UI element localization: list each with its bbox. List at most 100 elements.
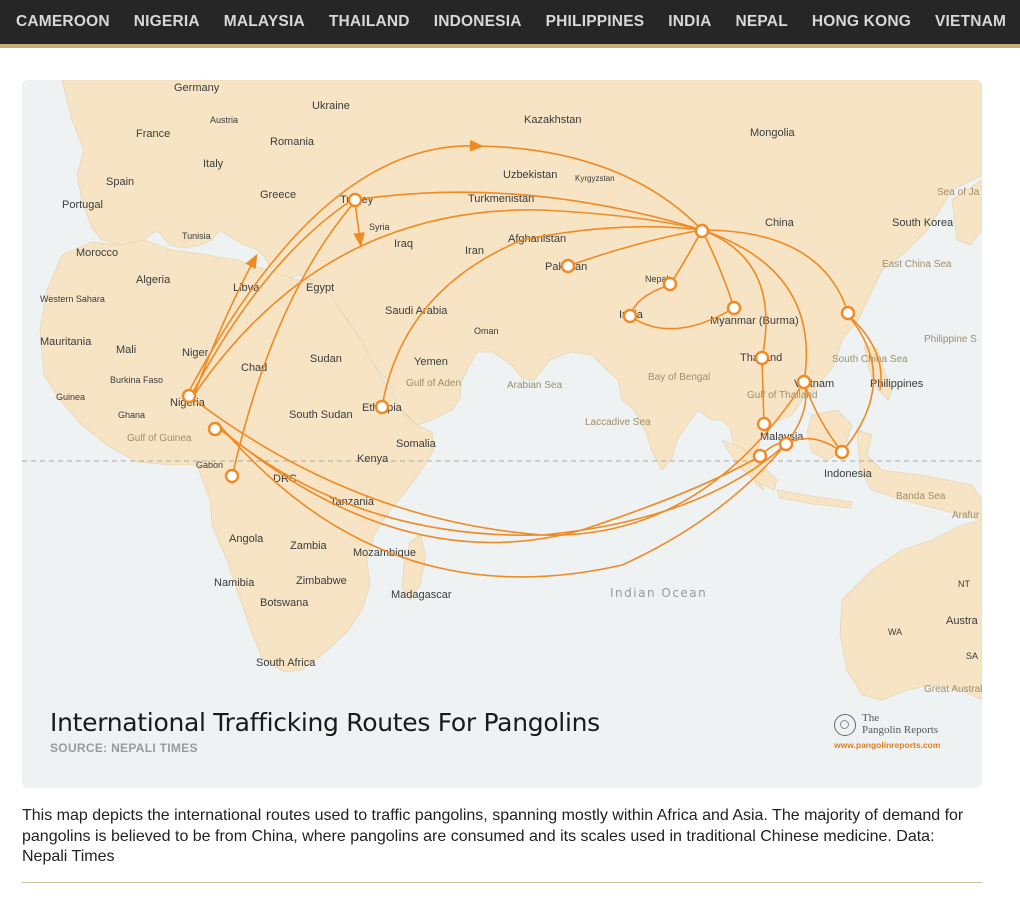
label-gulf-of-guinea: Gulf of Guinea	[127, 433, 192, 444]
label-syria: Syria	[369, 222, 390, 232]
label-zimbabwe: Zimbabwe	[296, 575, 347, 587]
label-wa: WA	[888, 627, 902, 637]
map-svg: Sea of Ja East China Sea Philippine S So…	[22, 80, 982, 788]
label-guinea: Guinea	[56, 392, 85, 402]
label-gabon: Gabon	[196, 460, 223, 470]
label-algeria: Algeria	[136, 274, 171, 286]
logo-line2: Pangolin Reports	[862, 724, 939, 736]
label-morocco: Morocco	[76, 247, 118, 259]
node-indonesia	[834, 444, 850, 460]
node-turkey	[347, 192, 363, 208]
nav-item-india[interactable]: INDIA	[668, 13, 711, 31]
label-western-sahara: Western Sahara	[40, 294, 105, 304]
label-sudan: Sudan	[310, 353, 342, 365]
label-austria: Austria	[210, 115, 238, 125]
label-south-sudan: South Sudan	[289, 409, 353, 421]
node-ethiopia	[374, 399, 390, 415]
label-mauritania: Mauritania	[40, 336, 92, 348]
pangolin-logo-icon	[834, 714, 856, 736]
trafficking-map: Sea of Ja East China Sea Philippine S So…	[22, 80, 982, 788]
label-indian-ocean: Indian Ocean	[610, 586, 707, 600]
label-egypt: Egypt	[306, 282, 334, 294]
country-nav: CAMEROON NIGERIA MALAYSIA THAILAND INDONESIA…	[0, 0, 1020, 48]
node-nepal	[662, 276, 678, 292]
node-india	[622, 308, 638, 324]
node-malaysia	[756, 416, 772, 432]
nav-item-philippines[interactable]: PHILIPPINES	[546, 13, 645, 31]
label-south-korea: South Korea	[892, 217, 954, 229]
nav-item-cameroon[interactable]: CAMEROON	[16, 13, 110, 31]
label-yemen: Yemen	[414, 356, 448, 368]
label-iran: Iran	[465, 245, 484, 257]
node-gabon	[224, 468, 240, 484]
label-arafura: Arafur	[952, 510, 980, 521]
label-zambia: Zambia	[290, 540, 328, 552]
label-east-china-sea: East China Sea	[882, 259, 952, 270]
label-myanmar: Myanmar (Burma)	[710, 315, 799, 327]
logo-line1: The	[862, 712, 880, 724]
label-mongolia: Mongolia	[750, 127, 796, 139]
label-mali: Mali	[116, 344, 136, 356]
label-ukraine: Ukraine	[312, 100, 350, 112]
node-pakistan	[560, 258, 576, 274]
node-myanmar	[726, 300, 742, 316]
label-kazakhstan: Kazakhstan	[524, 114, 581, 126]
label-burkina-faso: Burkina Faso	[110, 375, 163, 385]
nav-item-indonesia[interactable]: INDONESIA	[434, 13, 522, 31]
node-china	[694, 223, 710, 239]
nav-item-vietnam[interactable]: VIETNAM	[935, 13, 1006, 31]
label-bay-of-bengal: Bay of Bengal	[648, 372, 710, 383]
logo-url: www.pangolinreports.com	[834, 740, 941, 750]
map-source: SOURCE: NEPALI TIMES	[50, 741, 198, 755]
label-germany: Germany	[174, 82, 220, 94]
node-cameroon	[207, 421, 223, 437]
label-niger: Niger	[182, 347, 209, 359]
nav-item-nigeria[interactable]: NIGERIA	[134, 13, 200, 31]
label-mozambique: Mozambique	[353, 547, 416, 559]
label-sea-of-japan: Sea of Ja	[937, 187, 980, 198]
label-madagascar: Madagascar	[391, 589, 452, 601]
label-south-africa: South Africa	[256, 657, 316, 669]
nav-item-thailand[interactable]: THAILAND	[329, 13, 410, 31]
label-china: China	[765, 217, 795, 229]
label-saudi-arabia: Saudi Arabia	[385, 305, 448, 317]
pangolin-reports-logo: The Pangolin Reports www.pangolinreports…	[834, 712, 974, 756]
nav-item-malaysia[interactable]: MALAYSIA	[224, 13, 305, 31]
label-spain: Spain	[106, 176, 134, 188]
node-vietnam	[796, 374, 812, 390]
label-italy: Italy	[203, 158, 224, 170]
label-laccadive-sea: Laccadive Sea	[585, 417, 651, 428]
label-uzbekistan: Uzbekistan	[503, 169, 557, 181]
label-romania: Romania	[270, 136, 315, 148]
nav-item-nepal[interactable]: NEPAL	[735, 13, 787, 31]
caption-divider	[22, 882, 982, 883]
label-oman: Oman	[474, 326, 499, 336]
node-thailand	[754, 350, 770, 366]
label-kyrgyzstan: Kyrgyzstan	[575, 174, 615, 183]
label-australia: Austra	[946, 615, 979, 627]
label-nt: NT	[958, 579, 970, 589]
label-great-australian-bight: Great Australian Bight	[924, 684, 982, 695]
label-tunisia: Tunisia	[182, 231, 211, 241]
label-iraq: Iraq	[394, 238, 413, 250]
label-greece: Greece	[260, 189, 296, 201]
node-hong-kong	[840, 305, 856, 321]
label-ghana: Ghana	[118, 410, 145, 420]
nav-item-hong-kong[interactable]: HONG KONG	[812, 13, 911, 31]
label-arabian-sea: Arabian Sea	[507, 380, 562, 391]
label-france: France	[136, 128, 170, 140]
label-kenya: Kenya	[357, 453, 389, 465]
label-afghanistan: Afghanistan	[508, 233, 566, 245]
label-somalia: Somalia	[396, 438, 437, 450]
label-gulf-of-aden: Gulf of Aden	[406, 378, 461, 389]
country-nav-list: CAMEROON NIGERIA MALAYSIA THAILAND INDONESIA…	[0, 0, 1020, 44]
label-sa: SA	[966, 651, 978, 661]
label-philippines: Philippines	[870, 378, 924, 390]
node-sumatra	[752, 448, 768, 464]
label-indonesia: Indonesia	[824, 468, 873, 480]
node-nigeria	[181, 388, 197, 404]
node-malaysia-east	[778, 436, 794, 452]
label-banda-sea: Banda Sea	[896, 491, 946, 502]
label-botswana: Botswana	[260, 597, 309, 609]
label-portugal: Portugal	[62, 199, 103, 211]
